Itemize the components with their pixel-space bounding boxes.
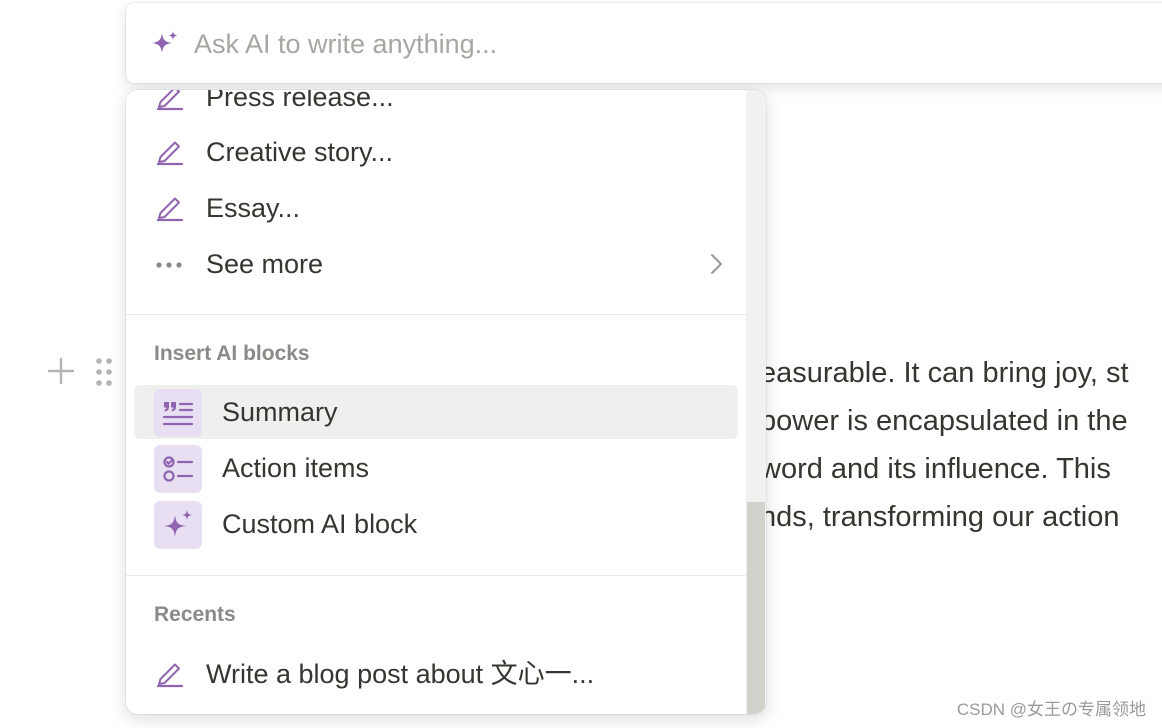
menu-item-label: Creative story... [206, 137, 394, 167]
menu-item-label: Action items [222, 453, 370, 483]
custom-ai-block-tile [154, 501, 202, 549]
menu-item-creative-story[interactable]: Creative story... [134, 125, 738, 179]
menu-item-see-more[interactable]: See more [134, 237, 738, 291]
menu-item-label: Write a blog post about 文心一... [206, 659, 595, 689]
pencil-icon [156, 663, 184, 688]
checklist-icon [163, 456, 194, 482]
menu-item-press-release[interactable]: Press release... [134, 90, 738, 124]
document-line: word and its influence. This [760, 453, 1111, 485]
summary-tile [154, 389, 202, 437]
menu-item-recent-blog-post[interactable]: Write a blog post about 文心一... [134, 647, 738, 701]
watermark-text: CSDN @女王の专属领地 [956, 700, 1146, 719]
pencil-icon [156, 141, 184, 166]
menu-divider [126, 575, 746, 576]
pencil-icon [156, 197, 184, 222]
menu-item-label: Essay... [206, 193, 301, 223]
summary-quote-icon [162, 402, 194, 426]
sparkle-icon [152, 31, 178, 53]
menu-item-label: Press release... [206, 90, 394, 112]
menu-item-essay[interactable]: Essay... [134, 181, 738, 235]
add-block-plus-icon[interactable] [46, 356, 76, 386]
document-body: easurable. It can bring joy, st power is… [760, 349, 1129, 541]
section-label-ai-blocks: Insert AI blocks [154, 342, 310, 365]
menu-item-summary[interactable]: Summary [134, 385, 738, 439]
document-line: easurable. It can bring joy, st [760, 357, 1129, 389]
section-label-recents: Recents [154, 603, 236, 626]
drag-handle-icon[interactable] [94, 356, 114, 388]
menu-scrollbar-thumb[interactable] [747, 502, 765, 714]
ai-prompt-input[interactable] [194, 21, 1094, 67]
menu-item-label: Custom AI block [222, 509, 418, 539]
chevron-right-icon [711, 254, 722, 274]
pencil-icon [156, 90, 184, 111]
ai-command-menu: Press release... Creative story... Essay… [126, 90, 766, 714]
menu-scroll-area: Press release... Creative story... Essay… [126, 90, 746, 714]
document-line: power is encapsulated in the [760, 405, 1128, 437]
ai-prompt-bar [126, 3, 1162, 83]
menu-item-label: See more [206, 249, 324, 279]
menu-divider [126, 314, 746, 315]
menu-item-custom-ai-block[interactable]: Custom AI block [134, 497, 738, 551]
more-dots-icon [156, 262, 182, 268]
document-line: nds, transforming our action [760, 501, 1120, 533]
notion-page: easurable. It can bring joy, st power is… [0, 0, 1162, 728]
menu-item-action-items[interactable]: Action items [134, 441, 738, 495]
menu-item-label: Summary [222, 397, 338, 427]
sparkle-icon [164, 510, 192, 537]
menu-scrollbar[interactable] [746, 90, 766, 714]
action-items-tile [154, 445, 202, 493]
